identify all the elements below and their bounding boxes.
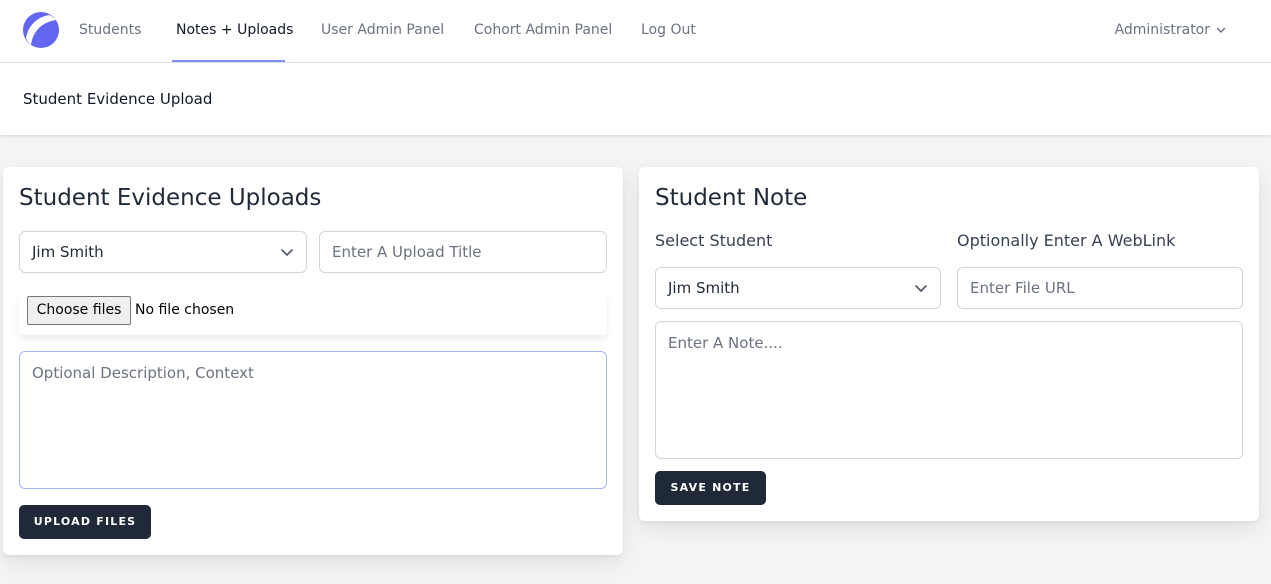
nav-link-notes-uploads[interactable]: Notes + Uploads (172, 0, 293, 62)
choose-files-button[interactable]: Choose files (27, 296, 131, 325)
upload-title-input[interactable] (319, 231, 607, 273)
save-note-button[interactable]: SAVE NOTE (655, 471, 766, 505)
chevron-down-icon (915, 285, 927, 292)
user-name: Administrator (1114, 22, 1210, 38)
note-student-select[interactable]: Jim Smith (655, 267, 941, 309)
note-student-select-value: Jim Smith (668, 279, 740, 297)
file-status-text: No file chosen (135, 302, 235, 318)
student-note-card: Student Note Select Student Optionally E… (639, 167, 1259, 521)
top-navigation: Students Notes + Uploads User Admin Pane… (0, 0, 1271, 63)
chevron-down-icon (281, 249, 293, 256)
uploads-card-title: Student Evidence Uploads (19, 185, 322, 211)
upload-files-button[interactable]: UPLOAD FILES (19, 505, 151, 539)
description-textarea[interactable] (19, 351, 607, 489)
student-select[interactable]: Jim Smith (19, 231, 307, 273)
select-student-label: Select Student (655, 231, 773, 250)
page-header: Student Evidence Upload (0, 63, 1271, 135)
user-menu[interactable]: Administrator (1115, 0, 1226, 62)
evidence-uploads-card: Student Evidence Uploads Jim Smith Choos… (3, 167, 623, 555)
page-title: Student Evidence Upload (23, 90, 213, 108)
chevron-down-icon (1216, 27, 1226, 34)
nav-link-log-out[interactable]: Log Out (641, 0, 696, 62)
file-url-input[interactable] (957, 267, 1243, 309)
note-card-title: Student Note (655, 185, 808, 211)
nav-link-students[interactable]: Students (79, 0, 141, 62)
file-upload-row: Choose files No file chosen (19, 293, 607, 335)
note-textarea[interactable] (655, 321, 1243, 459)
app-logo-icon[interactable] (23, 12, 59, 48)
nav-link-cohort-admin-panel[interactable]: Cohort Admin Panel (474, 0, 612, 62)
nav-link-user-admin-panel[interactable]: User Admin Panel (321, 0, 444, 62)
student-select-value: Jim Smith (32, 243, 104, 261)
weblink-label: Optionally Enter A WebLink (957, 231, 1176, 250)
